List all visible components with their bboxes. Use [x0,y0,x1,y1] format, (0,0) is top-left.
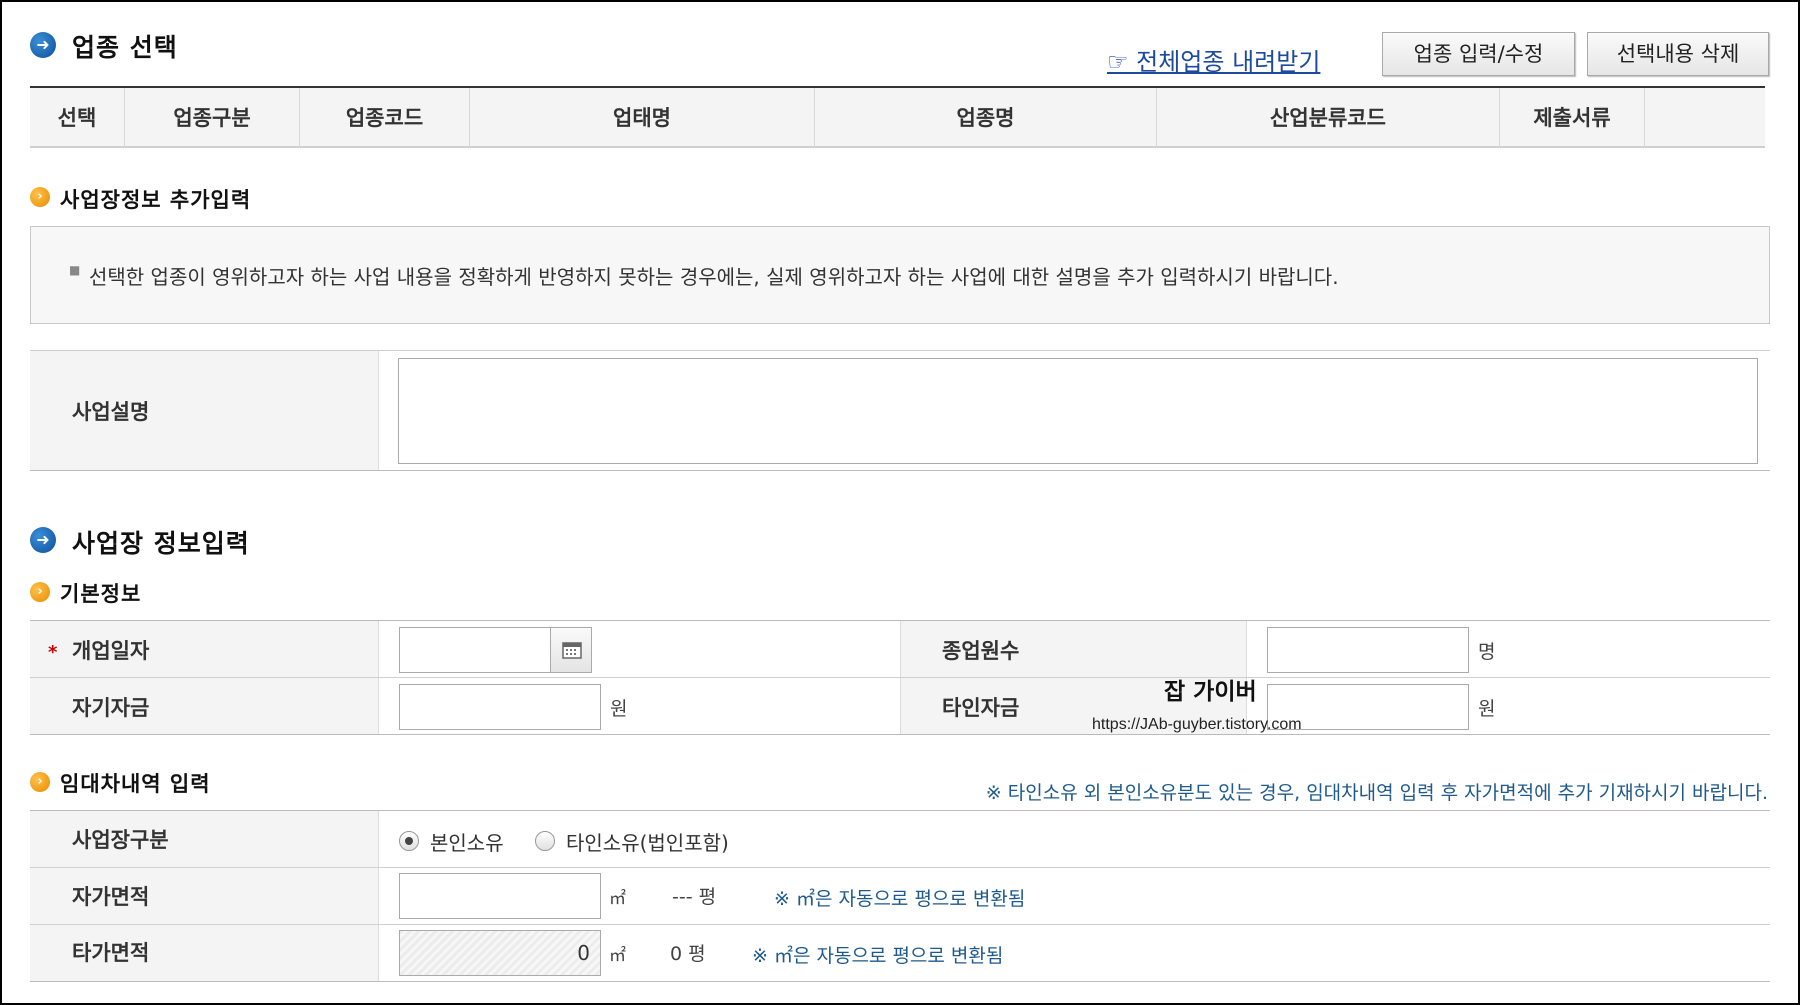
divider [30,981,1770,982]
bullet-icon: ■ [69,263,81,277]
col-select: 선택 [30,88,125,148]
col-business-type: 업태명 [470,88,815,148]
open-date-input[interactable] [399,627,551,673]
desc-label: 사업설명 [72,400,150,424]
own-capital-label: 자기자금 [72,696,150,720]
own-area-input[interactable] [399,873,601,919]
employees-input[interactable] [1267,627,1469,673]
other-capital-label: 타인자금 [942,696,1020,720]
own-capital-unit: 원 [610,698,628,720]
own-area-label: 자가면적 [72,885,150,909]
other-area-label: 타가면적 [72,941,150,965]
other-area-pyeong: 0 평 [670,943,706,965]
download-all-industries-link[interactable]: ☞ 전체업종 내려받기 [1107,42,1320,77]
radio-own[interactable] [399,831,419,851]
divider [30,470,1770,471]
col-industry-name: 업종명 [815,88,1157,148]
extra-info-notice-box: ■ 선택한 업종이 영위하고자 하는 사업 내용을 정확하게 반영하지 못하는 … [30,226,1770,324]
industry-edit-button[interactable]: 업종 입력/수정 [1382,32,1575,76]
col-documents: 제출서류 [1500,88,1645,148]
lease-section-title: 임대차내역 입력 [60,772,211,796]
own-area-unit: ㎡ [609,889,626,909]
industry-table-header: 선택 업종구분 업종코드 업태명 업종명 산업분류코드 제출서류 [30,86,1765,148]
extra-info-notice: 선택한 업종이 영위하고자 하는 사업 내용을 정확하게 반영하지 못하는 경우… [89,265,1339,289]
watermark-url: https://JAb-guyber.tistory.com [1092,716,1302,733]
radio-other-label[interactable]: 타인소유(법인포함) [566,827,729,856]
arrow-right-circle-icon: ➜ [30,32,56,58]
own-area-pyeong: --- 평 [672,886,717,908]
biz-section-title: 사업장 정보입력 [72,529,250,558]
col-industry-type: 업종구분 [125,88,300,148]
own-capital-input[interactable] [399,684,601,730]
business-description-textarea[interactable] [398,358,1758,464]
divider [30,734,1770,735]
chevron-right-circle-icon: › [30,187,50,207]
industry-section-title: 업종 선택 [72,33,178,62]
own-area-auto-note: ※ ㎡은 자동으로 평으로 변환됨 [774,888,1026,910]
basic-info-title: 기본정보 [60,582,142,606]
lease-note: ※ 타인소유 외 본인소유분도 있는 경우, 임대차내역 입력 후 자가면적에 … [985,782,1768,804]
radio-own-label[interactable]: 본인소유 [430,827,504,856]
col-classification-code: 산업분류코드 [1157,88,1500,148]
open-date-label: 개업일자 [72,639,150,663]
employees-label: 종업원수 [942,639,1020,663]
chevron-right-circle-icon: › [30,772,50,792]
divider [30,677,1770,678]
other-area-auto-note: ※ ㎡은 자동으로 평으로 변환됨 [752,945,1004,967]
calendar-icon [562,642,582,659]
delete-selected-button[interactable]: 선택내용 삭제 [1587,32,1769,76]
other-capital-unit: 원 [1478,698,1496,720]
other-area-unit: ㎡ [609,946,626,966]
divider [30,867,1770,868]
radio-other[interactable] [535,831,555,851]
other-area-input: 0 [399,930,601,976]
divider [30,924,1770,925]
arrow-right-circle-icon: ➜ [30,527,56,553]
col-industry-code: 업종코드 [300,88,470,148]
extra-info-title: 사업장정보 추가입력 [60,188,252,212]
employees-unit: 명 [1478,641,1496,663]
site-type-label: 사업장구분 [72,828,169,852]
required-mark: * [48,642,58,663]
chevron-right-circle-icon: › [30,582,50,602]
calendar-button[interactable] [550,627,592,673]
watermark-title: 잡 가이버 [1164,679,1257,705]
